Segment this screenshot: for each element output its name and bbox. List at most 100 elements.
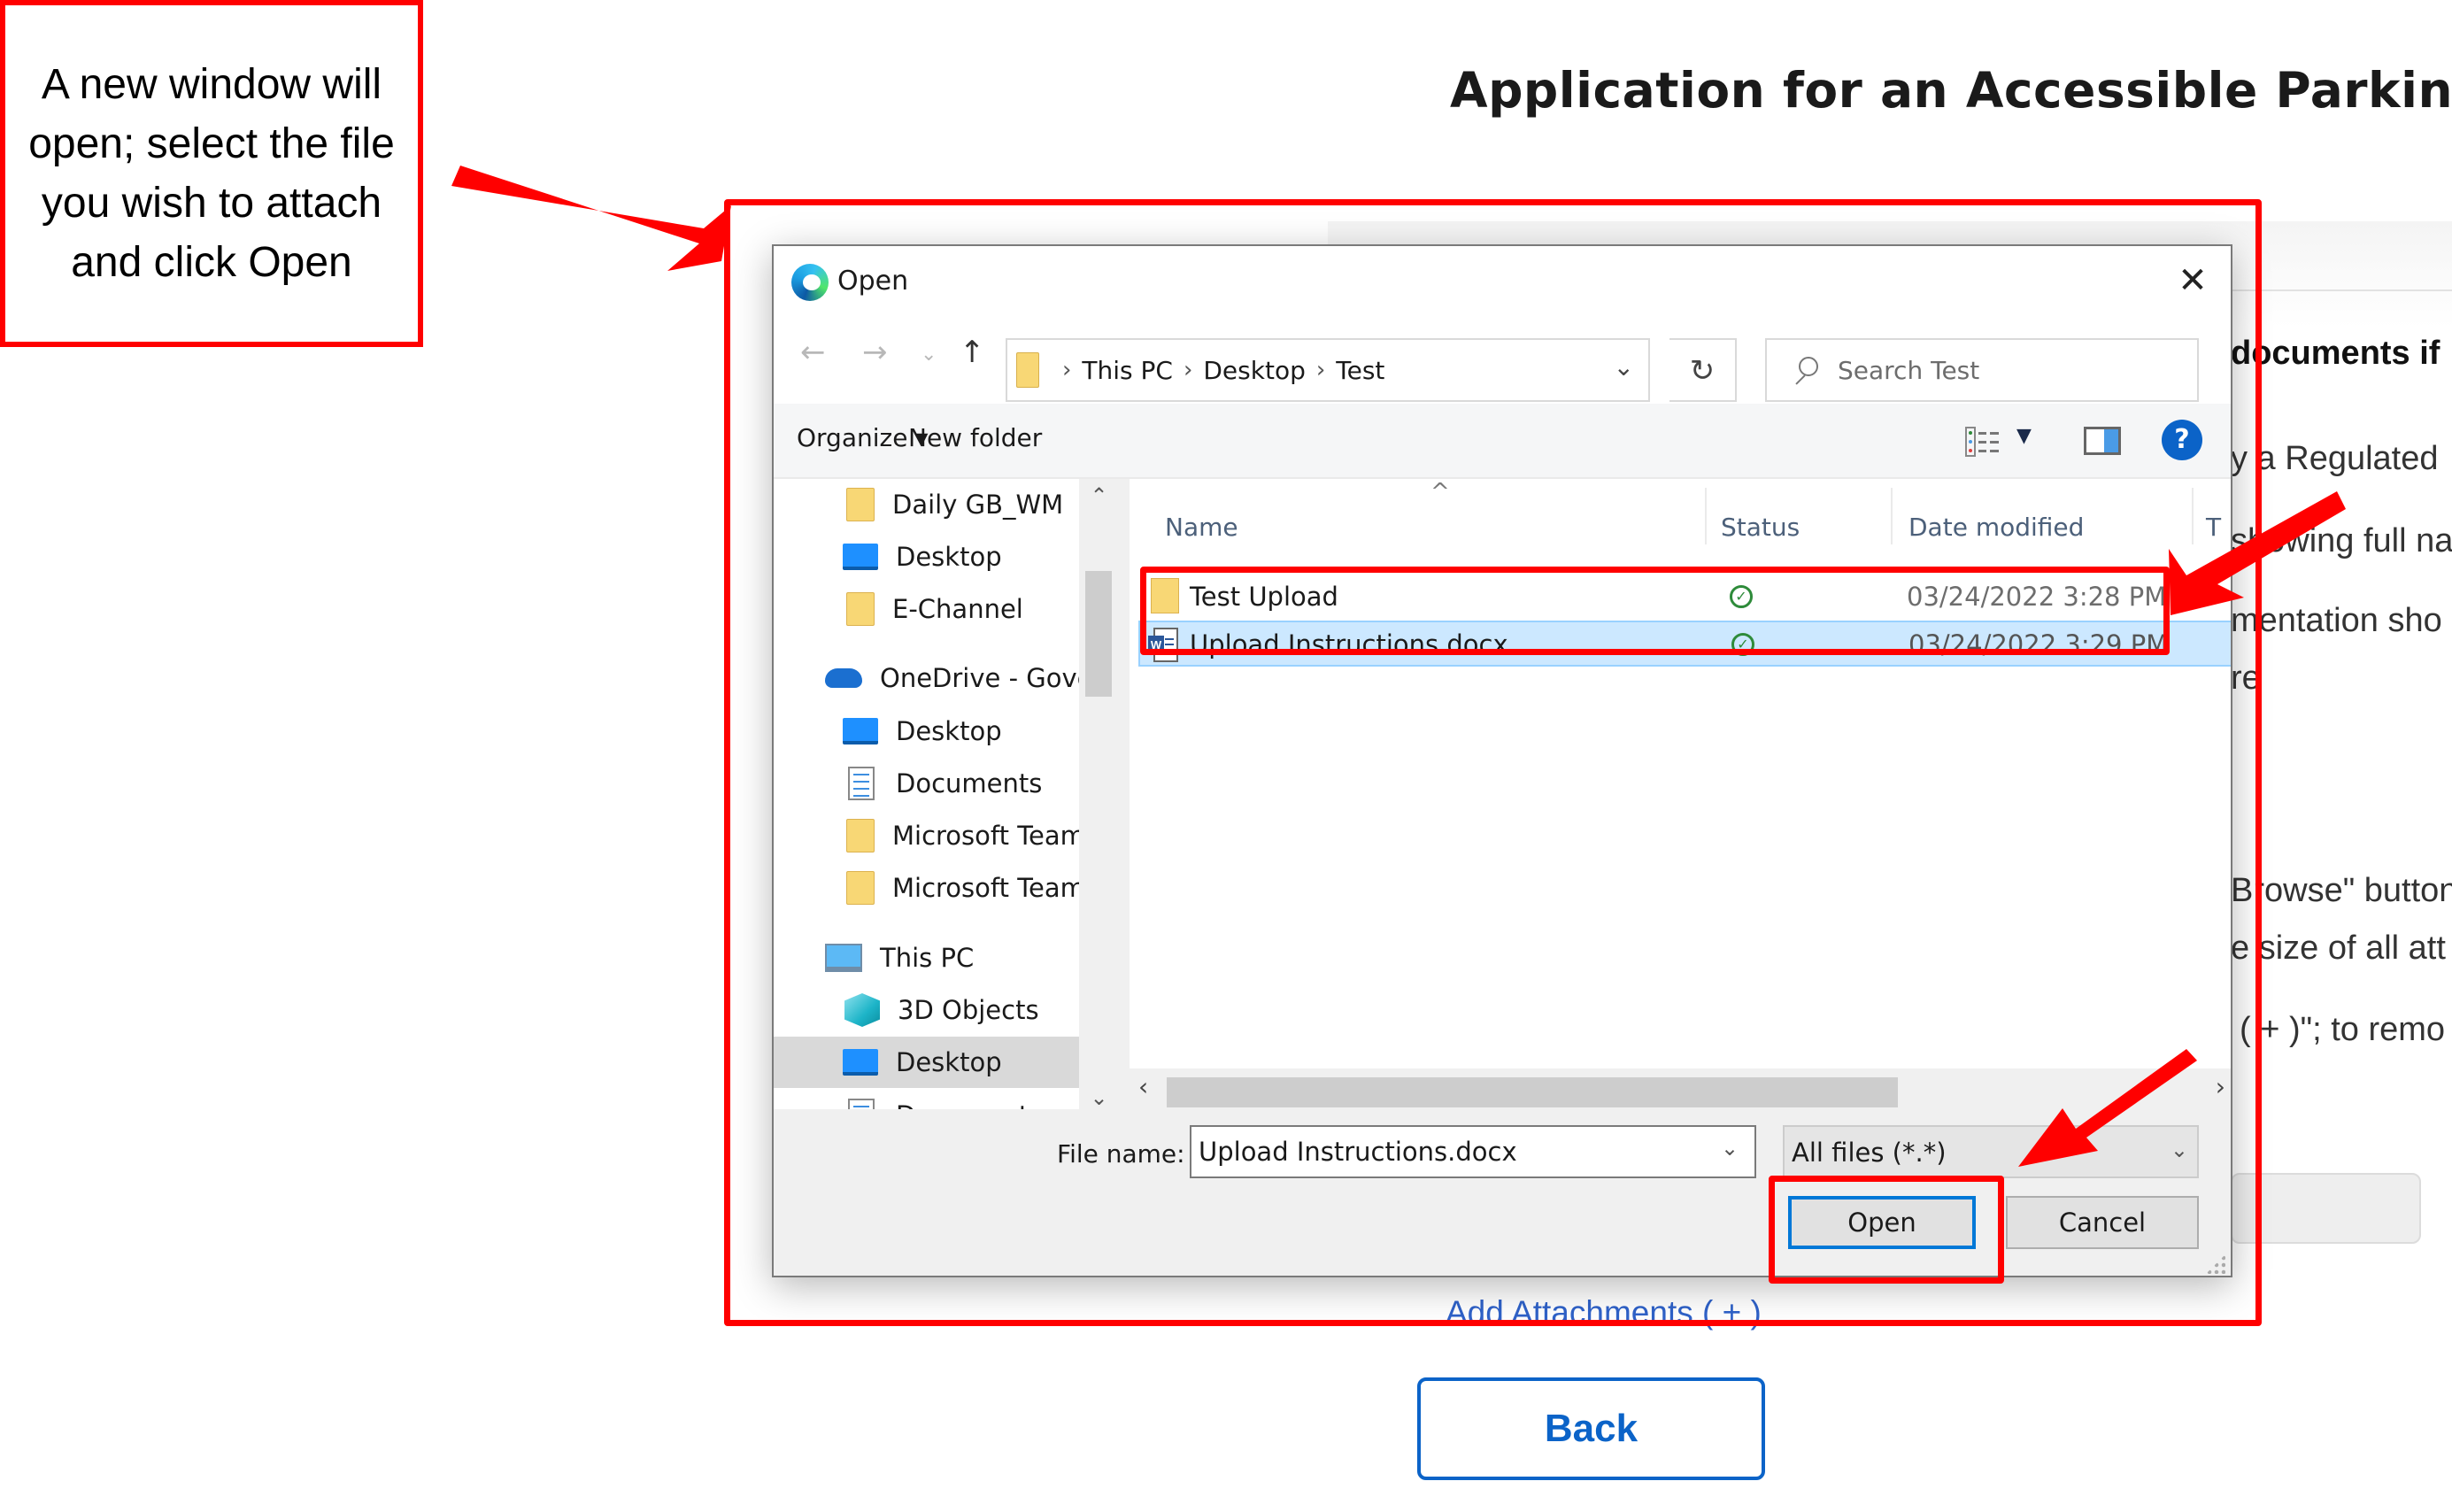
bg-line: re xyxy=(2231,660,2261,697)
arrow-to-dialog xyxy=(451,166,731,271)
sync-status-icon: ✓ xyxy=(1731,633,1754,656)
panel-divider xyxy=(2231,289,2452,291)
file-date: 03/24/2022 3:28 PM xyxy=(1907,582,2167,612)
chevron-right-icon[interactable]: › xyxy=(1316,357,1325,383)
file-type-value: All files (*.*) xyxy=(1792,1138,1947,1168)
folder-icon xyxy=(846,488,875,521)
column-divider[interactable] xyxy=(1705,488,1707,544)
dialog-footer: File name: ⌄ All files (*.*) ⌄ Open Canc… xyxy=(774,1109,2231,1276)
breadcrumb-desktop[interactable]: Desktop xyxy=(1203,356,1305,385)
sidebar-item-3d-objects[interactable]: 3D Objects xyxy=(774,984,1079,1036)
column-divider[interactable] xyxy=(2192,488,2194,544)
page-title: Application for an Accessible Parking P xyxy=(1450,62,2452,119)
sidebar-item-desktop[interactable]: Desktop xyxy=(774,706,1079,757)
documents-icon xyxy=(848,767,875,800)
scroll-down-icon[interactable]: ⌄ xyxy=(1083,1085,1114,1110)
bg-line: e size of all att xyxy=(2231,930,2446,967)
help-icon[interactable]: ? xyxy=(2162,420,2202,460)
navigation-pane: Daily GB_WM Desktop E-Channel OneDrive -… xyxy=(774,479,1119,1125)
bg-line: mentation sho xyxy=(2231,602,2442,639)
svg-text:W: W xyxy=(1151,638,1162,652)
chevron-down-icon: ⌄ xyxy=(2170,1138,2188,1162)
scroll-right-icon[interactable]: › xyxy=(2216,1072,2225,1101)
new-folder-button[interactable]: New folder xyxy=(908,423,1042,452)
edge-browser-icon xyxy=(791,264,829,301)
browse-button[interactable] xyxy=(2231,1173,2421,1244)
file-date: 03/24/2022 3:29 PM xyxy=(1908,629,2169,660)
chevron-right-icon[interactable]: › xyxy=(1062,357,1071,383)
folder-icon xyxy=(846,819,875,852)
cancel-button[interactable]: Cancel xyxy=(2006,1196,2199,1249)
open-button[interactable]: Open xyxy=(1788,1196,1976,1249)
file-name: Upload Instructions.docx xyxy=(1190,629,1508,660)
file-name: Test Upload xyxy=(1190,582,1338,612)
computer-icon xyxy=(825,944,862,972)
breadcrumb-this-pc[interactable]: This PC xyxy=(1082,356,1173,385)
horizontal-scrollbar[interactable]: ‹ › xyxy=(1130,1068,2231,1109)
column-header-name[interactable]: Name xyxy=(1165,513,1238,542)
scroll-up-icon[interactable]: ⌃ xyxy=(1083,483,1114,508)
column-divider[interactable] xyxy=(1891,488,1893,544)
column-header-status[interactable]: Status xyxy=(1721,513,1800,542)
sidebar-item-documents[interactable]: Documents xyxy=(774,758,1079,809)
desktop-icon xyxy=(843,1049,878,1076)
file-name-input[interactable] xyxy=(1190,1125,1756,1178)
chevron-down-icon[interactable]: ⌄ xyxy=(1614,352,1634,382)
search-input[interactable]: Search Test xyxy=(1765,338,2199,402)
file-list: ^ Name Status Date modified T Test Uploa… xyxy=(1130,479,2231,1090)
sidebar-item-onedrive[interactable]: OneDrive - Govern xyxy=(774,652,1079,704)
3d-objects-icon xyxy=(844,993,880,1027)
bg-line: Browse" button xyxy=(2231,872,2452,909)
search-placeholder: Search Test xyxy=(1838,355,1980,385)
sidebar-item-microsoft-teams[interactable]: Microsoft Teams xyxy=(774,862,1079,914)
open-file-dialog: Open ✕ ← → ⌄ ↑ › This PC › Desktop › Tes… xyxy=(772,244,2232,1277)
bg-line: y a Regulated xyxy=(2231,440,2439,477)
dialog-titlebar[interactable]: Open ✕ xyxy=(774,246,2231,317)
preview-pane-icon[interactable] xyxy=(2084,427,2121,455)
sidebar-item-e-channel[interactable]: E-Channel xyxy=(774,583,1079,635)
sidebar-item-this-pc[interactable]: This PC xyxy=(774,932,1079,984)
column-header-date-modified[interactable]: Date modified xyxy=(1908,513,2084,542)
folder-icon xyxy=(846,592,875,626)
chevron-right-icon[interactable]: › xyxy=(1184,357,1192,383)
desktop-icon xyxy=(843,544,878,570)
sidebar-item-desktop-selected[interactable]: Desktop xyxy=(774,1037,1079,1088)
sidebar-item-desktop[interactable]: Desktop xyxy=(774,531,1079,582)
close-icon[interactable]: ✕ xyxy=(2171,258,2215,303)
address-bar[interactable]: › This PC › Desktop › Test ⌄ xyxy=(1006,338,1650,402)
recent-locations-icon[interactable]: ⌄ xyxy=(921,343,937,366)
sidebar-item-microsoft-teams[interactable]: Microsoft Teams xyxy=(774,810,1079,861)
breadcrumb-test[interactable]: Test xyxy=(1336,356,1384,385)
dialog-title: Open xyxy=(837,266,909,297)
sidebar-item-daily-gb-wm[interactable]: Daily GB_WM xyxy=(774,479,1079,530)
desktop-icon xyxy=(843,718,878,744)
folder-icon xyxy=(1016,352,1039,388)
scroll-left-icon[interactable]: ‹ xyxy=(1138,1072,1148,1101)
bg-line: showing full na xyxy=(2231,522,2452,559)
search-icon xyxy=(1792,357,1818,383)
up-arrow-icon[interactable]: ↑ xyxy=(960,335,985,370)
word-document-icon: W xyxy=(1148,628,1178,662)
file-name-label: File name: xyxy=(1057,1139,1185,1169)
bg-line: ( + )"; to remo xyxy=(2240,1011,2446,1048)
forward-arrow-icon[interactable]: → xyxy=(862,335,888,370)
bg-heading: documents if xyxy=(2231,335,2440,372)
add-attachments-link[interactable]: Add Attachments ( + ) xyxy=(1446,1294,1762,1331)
sync-status-icon: ✓ xyxy=(1730,585,1753,608)
sort-ascending-icon: ^ xyxy=(1430,479,1450,505)
view-dropdown-icon[interactable]: ▼ xyxy=(2016,425,2032,447)
horizontal-scroll-thumb[interactable] xyxy=(1167,1077,1898,1107)
chevron-down-icon[interactable]: ⌄ xyxy=(1721,1136,1739,1161)
file-row[interactable]: Test Upload ✓ 03/24/2022 3:28 PM xyxy=(1138,575,2231,621)
column-header-type[interactable]: T xyxy=(2206,513,2221,542)
dialog-toolbar: Organize ▾ New folder ▼ ? xyxy=(774,404,2231,479)
refresh-icon[interactable]: ↻ xyxy=(1669,338,1737,402)
back-button[interactable]: Back xyxy=(1417,1377,1765,1480)
file-row-selected[interactable]: W Upload Instructions.docx ✓ 03/24/2022 … xyxy=(1138,621,2231,667)
folder-icon xyxy=(1151,578,1179,613)
back-arrow-icon[interactable]: ← xyxy=(800,335,826,370)
view-options-icon[interactable] xyxy=(1965,427,2001,457)
sidebar-scroll-thumb[interactable] xyxy=(1085,571,1112,697)
file-type-select[interactable]: All files (*.*) ⌄ xyxy=(1783,1125,2199,1178)
resize-grip[interactable] xyxy=(2206,1254,2225,1274)
